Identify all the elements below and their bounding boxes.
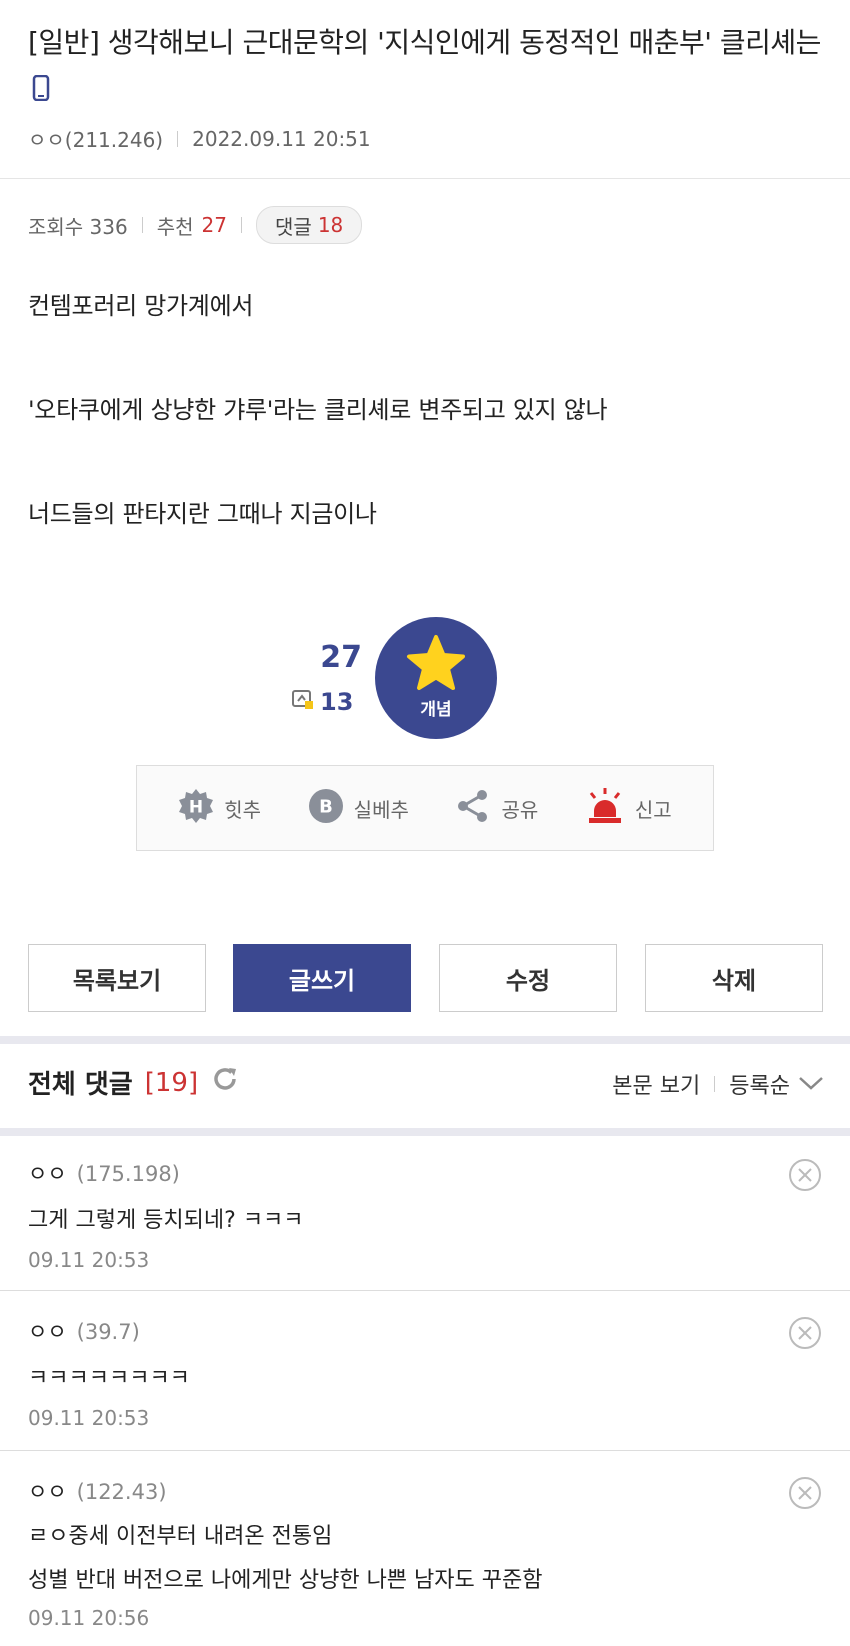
section-band bbox=[0, 1128, 850, 1136]
comment-text: ㅋㅋㅋㅋㅋㅋㅋㅋ bbox=[28, 1366, 190, 1391]
view-body-button[interactable]: 본문 보기 bbox=[612, 1068, 700, 1100]
comment-text: 그게 그렇게 등치되네? ㅋㅋㅋ bbox=[28, 1208, 304, 1233]
comment-text: ㄹㅇ중세 이전부터 내려온 전통임 bbox=[28, 1524, 333, 1549]
refresh-icon[interactable] bbox=[210, 1064, 240, 1101]
recommend-button-label: 개념 bbox=[420, 700, 452, 720]
post-title-text: [일반] 생각해보니 근대문학의 '지식인에게 동정적인 매춘부' 클리셰는 bbox=[28, 26, 821, 59]
comment-author[interactable]: ㅇㅇ (39.7) bbox=[28, 1316, 140, 1346]
body-paragraph: '오타쿠에게 상냥한 갸루'라는 클리셰로 변주되고 있지 않나 bbox=[28, 396, 608, 424]
views-count: 조회수 336 bbox=[28, 214, 128, 239]
comment-divider bbox=[0, 1450, 850, 1451]
post-meta: ㅇㅇ(211.246) 2022.09.11 20:51 bbox=[28, 124, 371, 153]
comments-header: 전체 댓글 [19] bbox=[28, 1064, 240, 1101]
comment-time: 09.11 20:53 bbox=[28, 1248, 150, 1272]
delete-comment-icon[interactable] bbox=[788, 1158, 822, 1196]
controls-divider bbox=[714, 1076, 716, 1092]
b-icon: B bbox=[308, 788, 344, 829]
hit-recommend-button[interactable]: H 힛추 bbox=[178, 788, 261, 829]
recommend-button[interactable]: 개념 bbox=[375, 617, 497, 739]
comment-ip: (122.43) bbox=[76, 1480, 167, 1504]
silbe-recommend-button[interactable]: B 실베추 bbox=[308, 788, 409, 829]
comment-item: ㅇㅇ (39.7) ㅋㅋㅋㅋㅋㅋㅋㅋ 09.11 20:53 bbox=[0, 1296, 850, 1448]
stats-divider bbox=[241, 217, 242, 233]
post-date: 2022.09.11 20:51 bbox=[192, 126, 371, 151]
comment-count-pill[interactable]: 댓글 18 bbox=[256, 206, 363, 244]
post-title: [일반] 생각해보니 근대문학의 '지식인에게 동정적인 매춘부' 클리셰는 bbox=[28, 20, 828, 115]
recommend-count: 27 bbox=[201, 213, 227, 237]
chevron-down-icon[interactable] bbox=[798, 1072, 824, 1097]
recommend-total: 27 bbox=[320, 640, 362, 675]
comment-item: ㅇㅇ (122.43) ㄹㅇ중세 이전부터 내려온 전통임 성별 반대 버전으로 … bbox=[0, 1456, 850, 1646]
comment-author[interactable]: ㅇㅇ (175.198) bbox=[28, 1158, 180, 1188]
comment-time: 09.11 20:53 bbox=[28, 1406, 150, 1430]
post-author[interactable]: ㅇㅇ(211.246) bbox=[28, 124, 163, 153]
comment-time: 09.11 20:56 bbox=[28, 1606, 150, 1630]
sort-select[interactable]: 등록순 bbox=[729, 1068, 790, 1100]
hit-icon: H bbox=[178, 788, 214, 829]
silbe-label: 실베추 bbox=[353, 797, 409, 822]
share-button[interactable]: 공유 bbox=[455, 788, 538, 829]
comments-count: [19] bbox=[144, 1067, 199, 1098]
body-paragraph: 컨템포러리 망가계에서 bbox=[28, 292, 254, 320]
delete-comment-icon[interactable] bbox=[788, 1316, 822, 1354]
write-button[interactable]: 글쓰기 bbox=[233, 944, 411, 1012]
header-divider bbox=[0, 178, 850, 179]
section-band bbox=[0, 1036, 850, 1044]
comment-author[interactable]: ㅇㅇ (122.43) bbox=[28, 1476, 167, 1506]
post-action-bar: H 힛추 B 실베추 공유 신고 bbox=[136, 765, 714, 851]
mobile-icon bbox=[32, 69, 50, 115]
report-button[interactable]: 신고 bbox=[585, 787, 672, 830]
delete-comment-icon[interactable] bbox=[788, 1476, 822, 1514]
body-paragraph: 너드들의 판타지란 그때나 지금이나 bbox=[28, 500, 377, 528]
svg-text:H: H bbox=[189, 797, 203, 817]
report-label: 신고 bbox=[634, 797, 672, 822]
list-button[interactable]: 목록보기 bbox=[28, 944, 206, 1012]
comments-title: 전체 댓글 bbox=[28, 1070, 133, 1100]
comment-count: 18 bbox=[317, 213, 344, 237]
comment-item: ㅇㅇ (175.198) 그게 그렇게 등치되네? ㅋㅋㅋ 09.11 20:53 bbox=[0, 1136, 850, 1288]
star-icon bbox=[406, 634, 466, 696]
delete-button[interactable]: 삭제 bbox=[645, 944, 823, 1012]
comment-ip: (175.198) bbox=[76, 1162, 180, 1186]
comment-ip: (39.7) bbox=[76, 1320, 140, 1344]
comment-nick: ㅇㅇ bbox=[28, 1320, 67, 1344]
hit-label: 힛추 bbox=[224, 797, 262, 822]
svg-text:B: B bbox=[319, 796, 333, 817]
recommend-label: 추천 bbox=[156, 214, 194, 239]
meta-divider bbox=[177, 130, 179, 147]
stats-divider bbox=[141, 217, 143, 233]
siren-icon bbox=[585, 787, 625, 830]
share-icon bbox=[455, 788, 491, 829]
fixed-nick-icon bbox=[292, 688, 314, 716]
comments-controls: 본문 보기 등록순 bbox=[612, 1068, 824, 1100]
comment-label: 댓글 bbox=[275, 214, 312, 239]
comment-divider bbox=[0, 1290, 850, 1291]
fixed-recommend-count: 13 bbox=[320, 688, 354, 716]
share-label: 공유 bbox=[501, 797, 539, 822]
comment-text: 성별 반대 버전으로 나에게만 상냥한 나쁜 남자도 꾸준함 bbox=[28, 1568, 543, 1593]
fixed-recommend: 13 bbox=[292, 688, 353, 716]
comment-nick: ㅇㅇ bbox=[28, 1480, 67, 1504]
comment-nick: ㅇㅇ bbox=[28, 1162, 67, 1186]
edit-button[interactable]: 수정 bbox=[439, 944, 617, 1012]
post-stats: 조회수 336 추천 27 댓글 18 bbox=[28, 206, 363, 244]
